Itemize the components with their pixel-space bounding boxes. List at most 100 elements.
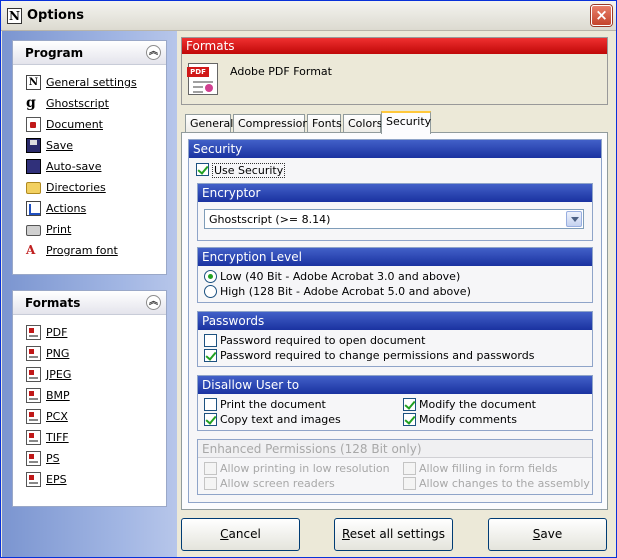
copy-text-checkbox[interactable] bbox=[204, 413, 217, 426]
sidebar-item-label: Directories bbox=[46, 181, 106, 194]
enhanced-permissions-group: Enhanced Permissions (128 Bit only) Allo… bbox=[197, 439, 593, 495]
left-sidebar: Program ︽ N General settings g Ghostscri… bbox=[2, 31, 177, 557]
eps-file-icon bbox=[26, 472, 41, 487]
low-res-print-label: Allow printing in low resolution bbox=[220, 462, 390, 475]
ghostscript-icon: g bbox=[26, 95, 36, 111]
passwords-title: Passwords bbox=[198, 312, 592, 330]
pdf-document-icon: PDF bbox=[187, 63, 218, 95]
open-password-label: Password required to open document bbox=[220, 334, 426, 347]
window-title: Options bbox=[27, 8, 84, 23]
bmp-file-icon bbox=[26, 388, 41, 403]
security-group: Security Use Security Encryptor Ghostscr… bbox=[188, 139, 602, 503]
encryption-level-title: Encryption Level bbox=[198, 248, 592, 266]
encryptor-select-value: Ghostscript (>= 8.14) bbox=[209, 213, 331, 226]
cancel-accel: C bbox=[220, 527, 229, 541]
floppy-disk-icon bbox=[26, 138, 41, 153]
ps-file-icon bbox=[26, 451, 41, 466]
formats-panel: Formats ︽ PDF PNG JPEG BMP PCX TIFF PS E… bbox=[12, 290, 167, 507]
main-content: Formats PDF Adobe PDF Format General Com… bbox=[177, 31, 616, 557]
format-name: Adobe PDF Format bbox=[230, 65, 332, 78]
dropdown-arrow-icon[interactable] bbox=[566, 211, 582, 227]
jpeg-file-icon bbox=[26, 367, 41, 382]
low-encryption-radio[interactable] bbox=[204, 270, 217, 283]
open-password-checkbox[interactable] bbox=[204, 334, 217, 347]
modify-comments-label: Modify comments bbox=[419, 413, 517, 426]
formats-panel-header[interactable]: Formats ︽ bbox=[13, 291, 166, 315]
tab-fonts[interactable]: Fonts bbox=[307, 114, 342, 133]
use-security-checkbox[interactable] bbox=[196, 163, 209, 176]
tab-colors[interactable]: Colors bbox=[343, 114, 382, 133]
tab-general[interactable]: General bbox=[185, 114, 233, 133]
copy-text-label: Copy text and images bbox=[220, 413, 341, 426]
encryptor-title: Encryptor bbox=[198, 184, 592, 202]
encryptor-select[interactable]: Ghostscript (>= 8.14) bbox=[204, 209, 584, 229]
font-icon: A bbox=[26, 243, 36, 257]
high-encryption-radio[interactable] bbox=[204, 285, 217, 298]
security-group-title: Security bbox=[189, 140, 601, 158]
cancel-label: ancel bbox=[228, 527, 261, 541]
folder-icon bbox=[26, 182, 41, 194]
encryptor-group: Encryptor Ghostscript (>= 8.14) bbox=[197, 183, 593, 241]
modify-document-label: Modify the document bbox=[419, 398, 536, 411]
tab-security[interactable]: Security bbox=[381, 111, 431, 134]
cancel-button[interactable]: Cancel bbox=[181, 518, 300, 551]
sidebar-item-label: Ghostscript bbox=[46, 97, 109, 110]
collapse-chevron-icon[interactable]: ︽ bbox=[146, 45, 161, 60]
n-logo-icon: N bbox=[26, 75, 41, 90]
close-button[interactable]: × bbox=[591, 5, 612, 26]
form-fields-label: Allow filling in form fields bbox=[419, 462, 558, 475]
screen-readers-label: Allow screen readers bbox=[220, 477, 335, 490]
encryption-level-group: Encryption Level Low (40 Bit - Adobe Acr… bbox=[197, 247, 593, 303]
modify-document-checkbox[interactable] bbox=[403, 398, 416, 411]
assembly-checkbox[interactable] bbox=[403, 477, 416, 490]
sidebar-item-label: Document bbox=[46, 118, 103, 131]
save-label: ave bbox=[540, 527, 563, 541]
options-window: N Options × Program ︽ N General settings… bbox=[0, 0, 617, 558]
printer-icon bbox=[26, 225, 41, 236]
tab-compression[interactable]: Compression bbox=[233, 114, 309, 133]
disallow-title: Disallow User to bbox=[198, 376, 592, 394]
collapse-chevron-icon[interactable]: ︽ bbox=[146, 295, 161, 310]
security-tab-pane: Security Use Security Encryptor Ghostscr… bbox=[181, 132, 608, 510]
assembly-label: Allow changes to the assembly bbox=[419, 477, 590, 490]
pdf-file-icon bbox=[26, 325, 41, 340]
format-item-label: TIFF bbox=[46, 431, 69, 444]
title-bar[interactable]: N Options × bbox=[1, 1, 616, 31]
program-panel-header[interactable]: Program ︽ bbox=[13, 41, 166, 65]
change-password-checkbox[interactable] bbox=[204, 349, 217, 362]
format-item-label: PCX bbox=[46, 410, 68, 423]
modify-comments-checkbox[interactable] bbox=[403, 413, 416, 426]
high-encryption-label: High (128 Bit - Adobe Acrobat 5.0 and ab… bbox=[220, 285, 471, 298]
change-password-label: Password required to change permissions … bbox=[220, 349, 535, 362]
sidebar-item-label: Save bbox=[46, 139, 74, 152]
program-panel-title: Program bbox=[25, 46, 84, 60]
print-document-checkbox[interactable] bbox=[204, 398, 217, 411]
formats-header-box: Formats PDF Adobe PDF Format bbox=[181, 37, 608, 105]
use-security-label: Use Security bbox=[212, 163, 286, 178]
low-res-print-checkbox[interactable] bbox=[204, 462, 217, 475]
format-item-label: JPEG bbox=[46, 368, 72, 381]
reset-label: eset all settings bbox=[349, 527, 446, 541]
app-logo-icon: N bbox=[7, 8, 22, 24]
tiff-file-icon bbox=[26, 430, 41, 445]
form-fields-checkbox[interactable] bbox=[403, 462, 416, 475]
pcx-file-icon bbox=[26, 409, 41, 424]
document-icon bbox=[26, 117, 41, 132]
low-encryption-label: Low (40 Bit - Adobe Acrobat 3.0 and abov… bbox=[220, 270, 461, 283]
format-item-label: PS bbox=[46, 452, 60, 465]
png-file-icon bbox=[26, 346, 41, 361]
pdf-tag: PDF bbox=[187, 67, 209, 77]
save-button[interactable]: Save bbox=[488, 518, 607, 551]
reset-accel: R bbox=[341, 527, 350, 541]
formats-header-title: Formats bbox=[182, 38, 607, 54]
reset-all-settings-button[interactable]: Reset all settings bbox=[334, 518, 453, 551]
print-document-label: Print the document bbox=[220, 398, 326, 411]
actions-icon bbox=[26, 201, 41, 216]
sidebar-item-label: Auto-save bbox=[46, 160, 102, 173]
auto-save-icon bbox=[26, 159, 41, 174]
format-item-label: EPS bbox=[46, 473, 67, 486]
passwords-group: Passwords Password required to open docu… bbox=[197, 311, 593, 367]
disallow-group: Disallow User to Print the document Modi… bbox=[197, 375, 593, 431]
screen-readers-checkbox[interactable] bbox=[204, 477, 217, 490]
sidebar-item-label: Program font bbox=[46, 244, 118, 257]
